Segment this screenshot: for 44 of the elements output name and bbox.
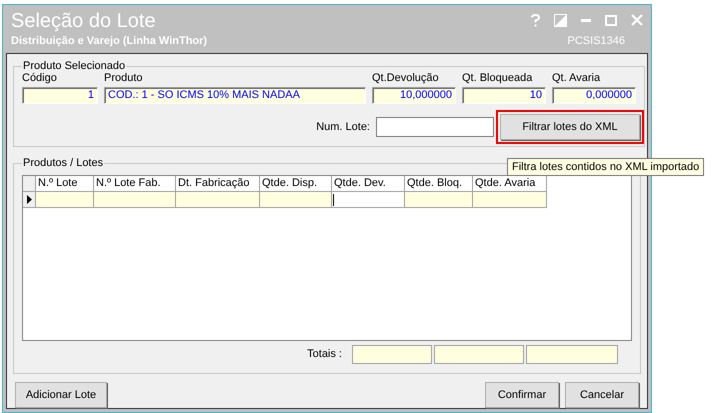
column-header[interactable]: Qtde. Bloq. [405, 176, 473, 192]
table-cell[interactable] [405, 192, 473, 208]
table-cell[interactable] [94, 192, 176, 208]
field-label: Qt. Avaria [552, 72, 602, 85]
header-corner [23, 176, 36, 192]
tooltip: Filtra lotes contidos no XML importado [507, 158, 704, 176]
lot-number-field[interactable] [376, 117, 494, 137]
column-header[interactable]: Qtde. Avaria [473, 176, 547, 192]
readonly-field: 10 [462, 87, 546, 104]
field-label: Qt. Bloqueada [462, 72, 534, 85]
table-cell[interactable] [176, 192, 260, 208]
column-header[interactable]: N.º Lote Fab. [94, 176, 176, 192]
field-label: Produto [104, 72, 144, 85]
group-title: Produto Selecionado [22, 60, 126, 72]
column-header[interactable]: Qtde. Disp. [260, 176, 332, 192]
table-cell[interactable] [473, 192, 547, 208]
confirm-button[interactable]: Confirmar [485, 382, 559, 408]
row-indicator[interactable] [23, 192, 36, 208]
readonly-field: 0,000000 [552, 87, 636, 104]
column-header[interactable]: N.º Lote [36, 176, 94, 192]
totals-label: Totais : [307, 348, 342, 361]
table-cell[interactable] [260, 192, 332, 208]
group-title: Produtos / Lotes [22, 157, 104, 169]
column-header[interactable]: Qtde. Dev. [332, 176, 405, 192]
maximize-icon[interactable] [605, 14, 617, 26]
column-header[interactable]: Dt. Fabricação [176, 176, 260, 192]
readonly-field: 10,000000 [372, 87, 456, 104]
program-code: PCSIS1346 [568, 35, 625, 47]
readonly-field: COD.: 1 - SO ICMS 10% MAIS NADAA [104, 87, 366, 104]
help-icon[interactable] [531, 14, 540, 26]
window-title: Seleção do Lote [11, 9, 157, 33]
close-icon[interactable] [631, 14, 643, 26]
cancel-button[interactable]: Cancelar [565, 382, 639, 408]
minimize-icon[interactable] [581, 18, 591, 22]
readonly-field: 1 [22, 87, 98, 104]
table-cell[interactable] [36, 192, 94, 208]
field-label: Num. Lote: [316, 120, 370, 134]
field-label: Código [22, 72, 58, 85]
table-cell[interactable] [332, 192, 405, 208]
contrast-icon[interactable] [554, 14, 567, 26]
add-lot-button[interactable]: Adicionar Lote [15, 382, 107, 408]
field-label: Qt.Devolução [372, 72, 440, 85]
row-pointer-icon [26, 195, 32, 204]
window-subtitle: Distribuição e Varejo (Linha WinThor) [11, 35, 208, 47]
